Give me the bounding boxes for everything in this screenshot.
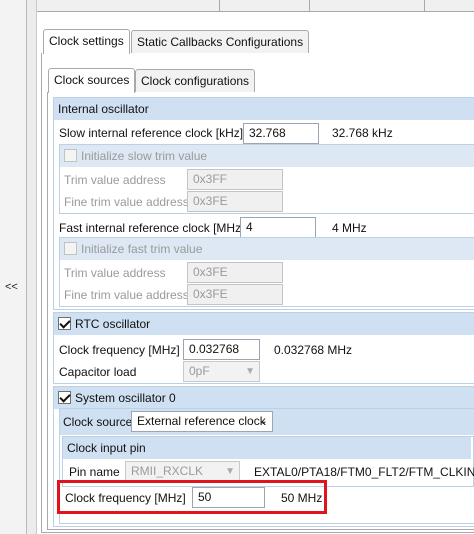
clock-source-label: Clock source — [63, 415, 133, 429]
highlight-box — [57, 480, 327, 514]
top-tab-partial-3[interactable] — [310, 0, 425, 12]
fast-fine-trim-label: Fine trim value address — [64, 288, 189, 302]
internal-oscillator-header: Internal oscillator — [54, 98, 474, 120]
collapse-toggle[interactable]: << — [5, 281, 18, 293]
system-oscillator-checkbox[interactable] — [58, 391, 71, 404]
rtc-clock-freq-display: 0.032768 MHz — [274, 343, 353, 357]
top-tab-partial-1[interactable] — [150, 0, 220, 12]
top-tab-partial-2[interactable] — [220, 0, 310, 12]
tab-static-callbacks[interactable]: Static Callbacks Configurations — [131, 30, 310, 54]
slow-clock-input[interactable]: 32.768 — [243, 123, 319, 144]
slow-trim-header[interactable]: Initialize slow trim value — [60, 145, 474, 167]
slow-clock-display: 32.768 kHz — [332, 126, 393, 140]
tab-clock-sources[interactable]: Clock sources — [48, 68, 136, 93]
chevron-down-icon: ▼ — [245, 366, 255, 377]
fast-trim-checkbox[interactable] — [64, 242, 77, 255]
clock-source-value: External reference clock — [137, 414, 266, 428]
fast-clock-input[interactable]: 4 — [240, 217, 316, 238]
clock-input-pin-header: Clock input pin — [63, 437, 471, 459]
panel-gap — [27, 0, 37, 534]
rtc-oscillator-checkbox[interactable] — [58, 317, 71, 330]
fast-clock-display: 4 MHz — [332, 221, 367, 235]
capacitor-load-select[interactable]: 0pF ▼ — [183, 361, 260, 382]
pin-name-label: Pin name — [69, 465, 120, 479]
pin-name-select[interactable]: RMII_RXCLK ▼ — [125, 461, 240, 482]
rtc-clock-freq-label: Clock frequency [MHz] — [59, 343, 180, 357]
collapse-panel-strip[interactable]: << — [0, 0, 27, 534]
rtc-oscillator-header[interactable]: RTC oscillator — [54, 313, 474, 335]
slow-trim-checkbox-label: Initialize slow trim value — [81, 149, 208, 163]
tab-clock-configurations[interactable]: Clock configurations — [135, 69, 256, 93]
slow-trim-address-input[interactable]: 0x3FF — [187, 169, 283, 190]
rtc-oscillator-label: RTC oscillator — [75, 317, 151, 331]
chevron-down-icon: ⌄ — [258, 415, 268, 427]
slow-trim-checkbox[interactable] — [64, 149, 77, 162]
pin-name-value: RMII_RXCLK — [131, 464, 204, 478]
chevron-down-icon: ▼ — [225, 466, 235, 477]
fast-trim-checkbox-label: Initialize fast trim value — [81, 242, 203, 256]
tab-clock-settings[interactable]: Clock settings — [43, 29, 130, 54]
fast-clock-label: Fast internal reference clock [MHz] — [59, 221, 245, 235]
fast-fine-trim-input[interactable]: 0x3FE — [187, 284, 283, 305]
rtc-clock-freq-input[interactable]: 0.032768 — [183, 339, 260, 360]
slow-clock-label: Slow internal reference clock [kHz] — [59, 126, 244, 140]
slow-trim-address-label: Trim value address — [64, 173, 166, 187]
fast-trim-address-label: Trim value address — [64, 266, 166, 280]
fast-trim-header[interactable]: Initialize fast trim value — [60, 238, 474, 260]
slow-fine-trim-input[interactable]: 0x3FE — [187, 191, 283, 212]
slow-fine-trim-label: Fine trim value address — [64, 195, 189, 209]
capacitor-load-value: 0pF — [189, 364, 210, 378]
pin-description: EXTAL0/PTA18/FTM0_FLT2/FTM_CLKIN0 — [254, 465, 474, 479]
system-oscillator-header[interactable]: System oscillator 0 — [54, 387, 474, 409]
clock-source-select[interactable]: External reference clock ⌄ — [131, 411, 273, 432]
system-oscillator-label: System oscillator 0 — [75, 391, 176, 405]
capacitor-load-label: Capacitor load — [59, 365, 137, 379]
fast-trim-address-input[interactable]: 0x3FE — [187, 262, 283, 283]
